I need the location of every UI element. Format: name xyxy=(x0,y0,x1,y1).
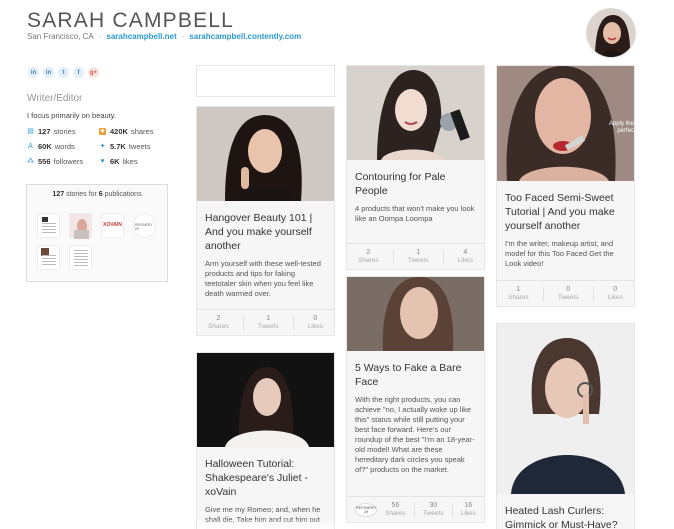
story-title[interactable]: Heated Lash Curlers: Gimmick or Must-Hav… xyxy=(497,504,634,529)
story-title[interactable]: Too Faced Semi-Sweet Tutorial | And you … xyxy=(497,191,634,233)
publication-thumb[interactable] xyxy=(69,245,92,270)
tweets-count: 1 Tweets xyxy=(407,248,429,264)
shares-count: 56 Shares xyxy=(385,501,406,517)
card-placeholder xyxy=(196,65,335,97)
publication-thumb[interactable] xyxy=(37,245,60,270)
story-image xyxy=(197,107,334,201)
font-icon: A xyxy=(28,143,33,150)
shares-count: 1 Shares xyxy=(508,285,529,301)
stats-grid: ▤ 127 stories ◆ 420K shares A 60K words ✦ 5.7K t… xyxy=(27,127,177,166)
story-title[interactable]: Hangover Beauty 101 | And you make yours… xyxy=(197,211,334,253)
story-card[interactable]: Hangover Beauty 101 | And you make yours… xyxy=(196,106,335,336)
story-description: I'm the writer, makeup artist, and model… xyxy=(505,239,614,268)
role-title: Writer/Editor xyxy=(27,93,83,104)
twitter-icon[interactable]: t xyxy=(58,67,69,78)
story-image xyxy=(347,66,484,160)
story-card[interactable]: Apply the perfec Too Faced Semi-Sweet Tu… xyxy=(496,65,635,307)
publication-logo-xovain[interactable]: XOVAIN xyxy=(101,213,124,238)
likes-count: 0 Likes xyxy=(307,314,323,330)
story-image xyxy=(347,277,484,351)
linkedin-icon[interactable]: in xyxy=(43,67,54,78)
bio-text: I focus primarily on beauty. xyxy=(27,111,117,120)
story-title[interactable]: Contouring for Pale People xyxy=(347,170,484,198)
share-icon: ◆ xyxy=(99,128,106,135)
story-stats: REFINERY 29 56 Shares 30 Tweets 16 Likes xyxy=(347,496,484,522)
story-card[interactable]: Heated Lash Curlers: Gimmick or Must-Hav… xyxy=(496,323,635,529)
publication-logo-refinery29[interactable]: REFINERY 29 xyxy=(133,213,156,238)
google-plus-icon[interactable]: g+ xyxy=(88,67,99,78)
story-image xyxy=(497,324,634,494)
publication-thumb[interactable] xyxy=(69,213,92,239)
story-stats: 2 Shares 1 Tweets 0 Likes xyxy=(197,309,334,335)
likes-count: 16 Likes xyxy=(460,501,476,517)
document-icon: ▤ xyxy=(27,128,34,135)
stat-words: A 60K words xyxy=(28,142,75,151)
facebook-icon[interactable]: f xyxy=(73,67,84,78)
likes-count: 0 Likes xyxy=(607,285,623,301)
followers-icon: ⁂ xyxy=(27,158,34,165)
story-title[interactable]: Halloween Tutorial: Shakespeare's Juliet… xyxy=(197,457,334,499)
publication-thumb[interactable] xyxy=(37,213,60,238)
story-card[interactable]: Halloween Tutorial: Shakespeare's Juliet… xyxy=(196,352,335,529)
tweets-count: 0 Tweets xyxy=(557,285,579,301)
stat-shares: ◆ 420K shares xyxy=(99,127,154,136)
twitter-icon: ✦ xyxy=(99,143,106,150)
tweets-count: 30 Tweets xyxy=(422,501,444,517)
image-overlay-text: Apply the perfec xyxy=(608,121,634,134)
stat-likes: ♥ 6K likes xyxy=(100,157,138,166)
story-image xyxy=(197,353,334,447)
profile-name: SARAH CAMPBELL xyxy=(27,9,235,32)
stat-tweets: ✦ 5.7K tweets xyxy=(99,142,151,151)
tweets-count: 1 Tweets xyxy=(257,314,279,330)
publications-box[interactable]: 127 stories for 6 publications XOVAIN RE… xyxy=(26,184,168,282)
stat-followers: ⁂ 556 followers xyxy=(27,157,84,166)
shares-count: 2 Shares xyxy=(358,248,379,264)
location-text: San Francisco, CA xyxy=(27,32,94,41)
likes-count: 4 Likes xyxy=(457,248,473,264)
story-stats: 2 Shares 1 Tweets 4 Likes xyxy=(347,243,484,269)
story-card[interactable]: Contouring for Pale People 4 products th… xyxy=(346,65,485,270)
story-stats: 1 Shares 0 Tweets 0 Likes xyxy=(497,280,634,306)
publications-summary: 127 stories for 6 publications xyxy=(52,191,142,198)
story-description: 4 products that won't make you look like… xyxy=(355,204,475,223)
portfolio-link[interactable]: sarahcampbell.contently.com xyxy=(189,32,301,41)
story-image: Apply the perfec xyxy=(497,66,634,181)
separator-dot: · xyxy=(181,32,185,41)
profile-meta: San Francisco, CA · sarahcampbell.net · sara… xyxy=(27,32,301,41)
story-description: With the right products, you can achieve… xyxy=(355,395,475,474)
stat-stories: ▤ 127 stories xyxy=(27,127,76,136)
website-link[interactable]: sarahcampbell.net xyxy=(106,32,176,41)
story-description: Arm yourself with these well-tested prod… xyxy=(205,259,321,298)
separator-dot: · xyxy=(98,32,102,41)
shares-count: 2 Shares xyxy=(208,314,229,330)
story-title[interactable]: 5 Ways to Fake a Bare Face xyxy=(347,361,484,389)
social-links: in in t f g+ xyxy=(28,67,99,78)
avatar[interactable] xyxy=(586,8,636,58)
thumbs-up-icon: ♥ xyxy=(100,158,105,165)
linkedin-icon[interactable]: in xyxy=(28,67,39,78)
story-card[interactable]: 5 Ways to Fake a Bare Face With the righ… xyxy=(346,276,485,523)
refinery29-logo: REFINERY 29 xyxy=(355,502,378,517)
